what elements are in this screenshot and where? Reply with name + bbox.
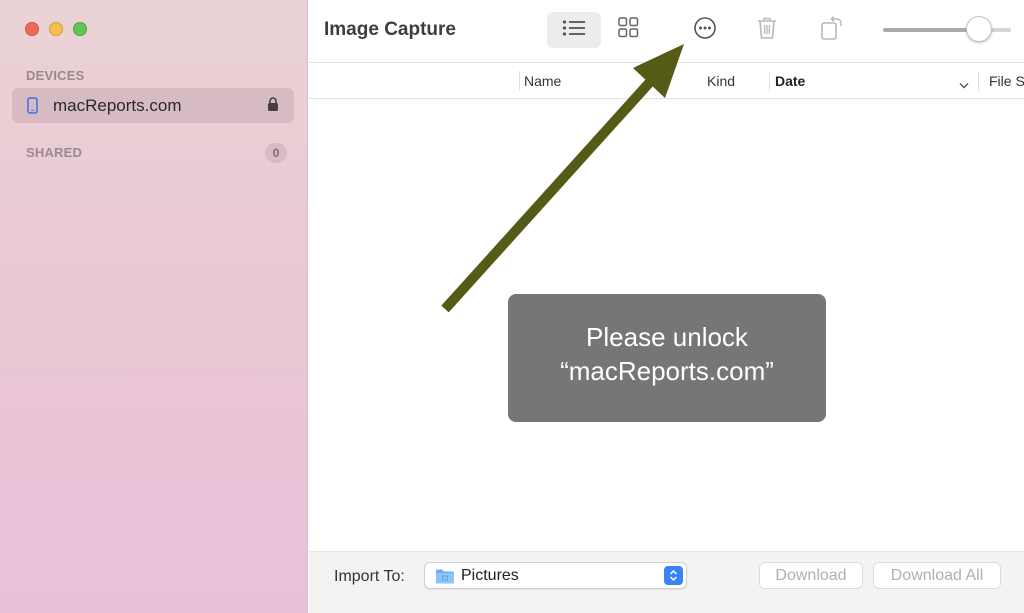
import-destination-value: Pictures (461, 567, 519, 584)
column-name[interactable]: Name (524, 73, 561, 89)
shared-section-title: SHARED (26, 145, 83, 160)
app-title: Image Capture (324, 19, 456, 40)
ellipsis-circle-icon (693, 16, 717, 45)
devices-section-title: DEVICES (26, 68, 85, 83)
grid-view-button[interactable] (601, 12, 655, 48)
sidebar-item-device[interactable]: macReports.com (12, 88, 294, 123)
column-separator (978, 71, 979, 91)
delete-button[interactable] (741, 12, 793, 48)
bottom-bar: Import To: Pictures Download Download Al… (309, 551, 1024, 613)
list-view-icon (562, 19, 586, 42)
slider-knob[interactable] (966, 16, 992, 42)
download-button[interactable]: Download (759, 562, 863, 589)
rotate-button[interactable] (806, 12, 858, 48)
zoom-button[interactable] (73, 22, 87, 36)
chevron-down-icon (959, 76, 969, 92)
column-separator (519, 71, 520, 91)
close-button[interactable] (25, 22, 39, 36)
device-name: macReports.com (53, 96, 182, 115)
minimize-button[interactable] (49, 22, 63, 36)
more-options-button[interactable] (677, 12, 733, 48)
column-file-size[interactable]: File S (989, 73, 1024, 89)
folder-icon (435, 568, 455, 589)
trash-icon (756, 16, 778, 45)
import-destination-select[interactable]: Pictures (424, 562, 687, 589)
image-capture-window: DEVICES macReports.com SHARED 0 Image Ca… (0, 0, 1024, 613)
select-arrows-icon (664, 566, 683, 585)
notice-line-1: Please unlock (586, 322, 748, 352)
column-date[interactable]: Date (775, 73, 805, 89)
list-view-button[interactable] (547, 12, 601, 48)
main-pane: Image Capture Name Kind Date File S Plea… (309, 0, 1024, 613)
download-all-button[interactable]: Download All (873, 562, 1001, 589)
column-header-row: Name Kind Date File S (309, 64, 1024, 99)
shared-count-badge: 0 (265, 143, 287, 163)
grid-view-icon (617, 17, 639, 43)
slider-fill (883, 28, 979, 32)
traffic-lights (25, 22, 87, 36)
notice-line-2: “macReports.com” (560, 356, 774, 386)
rotate-icon (820, 15, 844, 46)
lock-icon (267, 97, 279, 117)
iphone-icon (27, 97, 38, 119)
column-kind[interactable]: Kind (707, 73, 735, 89)
unlock-notice: Please unlock “macReports.com” (508, 294, 826, 422)
toolbar: Image Capture (309, 0, 1024, 63)
sidebar: DEVICES macReports.com SHARED 0 (0, 0, 308, 613)
column-separator (769, 71, 770, 91)
import-to-label: Import To: (334, 568, 405, 585)
